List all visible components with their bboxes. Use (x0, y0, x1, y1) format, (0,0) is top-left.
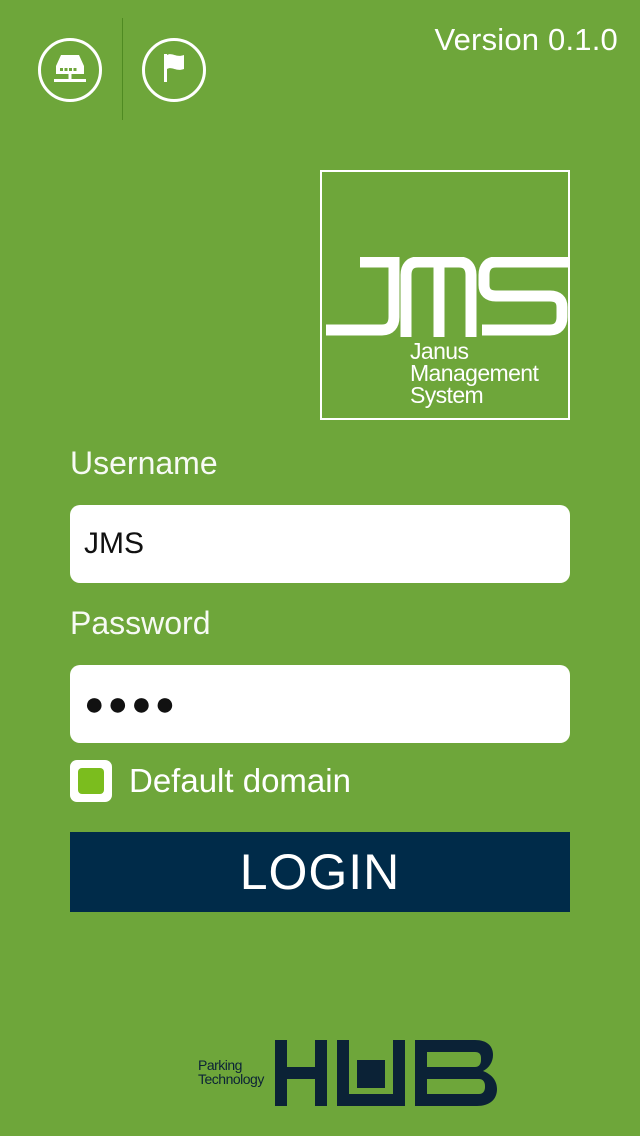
logo-line-janus: Janus (410, 338, 469, 364)
password-label: Password (70, 605, 211, 641)
default-domain-checkbox[interactable] (70, 760, 112, 802)
flag-icon (154, 48, 194, 93)
hub-logo (275, 1040, 497, 1106)
default-domain-label[interactable]: Default domain (129, 760, 351, 802)
logo-line-management: Management (410, 360, 539, 386)
username-input[interactable]: JMS (70, 505, 570, 583)
logo-line-system: System (410, 382, 484, 408)
footer-tagline-technology: Technology (198, 1071, 264, 1087)
password-input[interactable]: ●●●● (70, 665, 570, 743)
header-divider (122, 18, 123, 120)
password-value: ●●●● (84, 684, 179, 723)
username-label: Username (70, 445, 218, 481)
footer-tagline-parking: Parking (198, 1057, 242, 1073)
version-label: Version 0.1.0 (434, 22, 618, 57)
login-button[interactable]: LOGIN (70, 832, 570, 912)
server-network-icon (50, 48, 90, 93)
jms-logo-mark (326, 257, 568, 337)
username-value: JMS (84, 527, 144, 560)
language-flag-button[interactable] (142, 38, 206, 102)
logo-subtitle: Janus Management System (410, 338, 539, 408)
checkbox-checked-indicator (78, 768, 104, 794)
jms-logo: Janus Management System (320, 170, 570, 420)
footer-tagline: Parking Technology (198, 1058, 264, 1086)
server-settings-button[interactable] (38, 38, 102, 102)
